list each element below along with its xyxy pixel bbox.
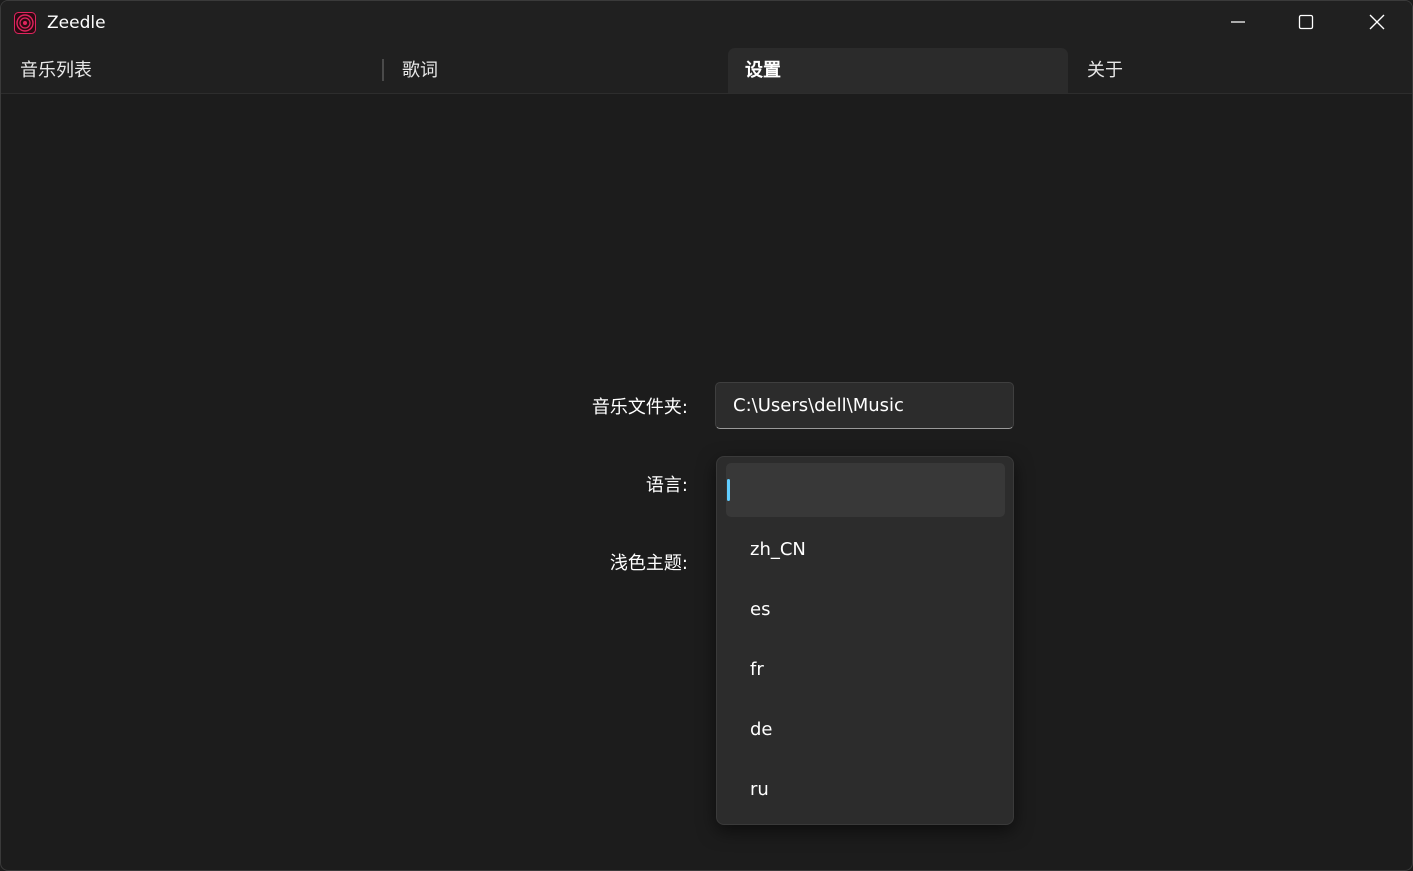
close-button[interactable] (1342, 1, 1412, 47)
minimize-button[interactable] (1203, 1, 1273, 47)
app-window: Zeedle 音乐列表 歌词 设置 关于 音乐文件夹: C:\Users\del… (0, 0, 1413, 871)
dropdown-option-empty[interactable] (726, 463, 1005, 517)
music-folder-label: 音乐文件夹: (591, 397, 688, 418)
minimize-icon (1230, 14, 1246, 34)
language-label: 语言: (645, 475, 688, 496)
tab-music-list[interactable]: 音乐列表 (1, 48, 383, 93)
dropdown-option-zh-cn[interactable]: zh_CN (726, 523, 1005, 577)
tab-settings[interactable]: 设置 (728, 48, 1068, 93)
window-title: Zeedle (47, 13, 106, 33)
maximize-icon (1298, 14, 1314, 34)
tab-divider (382, 59, 384, 81)
selection-indicator (727, 479, 730, 501)
dropdown-option-ru[interactable]: ru (726, 763, 1005, 817)
language-dropdown-list: zh_CN es fr de ru (716, 456, 1014, 825)
light-theme-label: 浅色主题: (609, 553, 688, 574)
dropdown-option-es[interactable]: es (726, 583, 1005, 637)
dropdown-option-fr[interactable]: fr (726, 643, 1005, 697)
close-icon (1369, 14, 1385, 34)
title-bar[interactable]: Zeedle (1, 1, 1412, 47)
music-folder-field[interactable]: C:\Users\dell\Music (715, 382, 1014, 429)
tab-about[interactable]: 关于 (1069, 48, 1412, 93)
maximize-button[interactable] (1271, 1, 1341, 47)
app-logo-icon (14, 12, 36, 34)
tab-lyrics[interactable]: 歌词 (385, 48, 727, 93)
tab-bar: 音乐列表 歌词 设置 关于 (1, 47, 1412, 94)
dropdown-option-de[interactable]: de (726, 703, 1005, 757)
